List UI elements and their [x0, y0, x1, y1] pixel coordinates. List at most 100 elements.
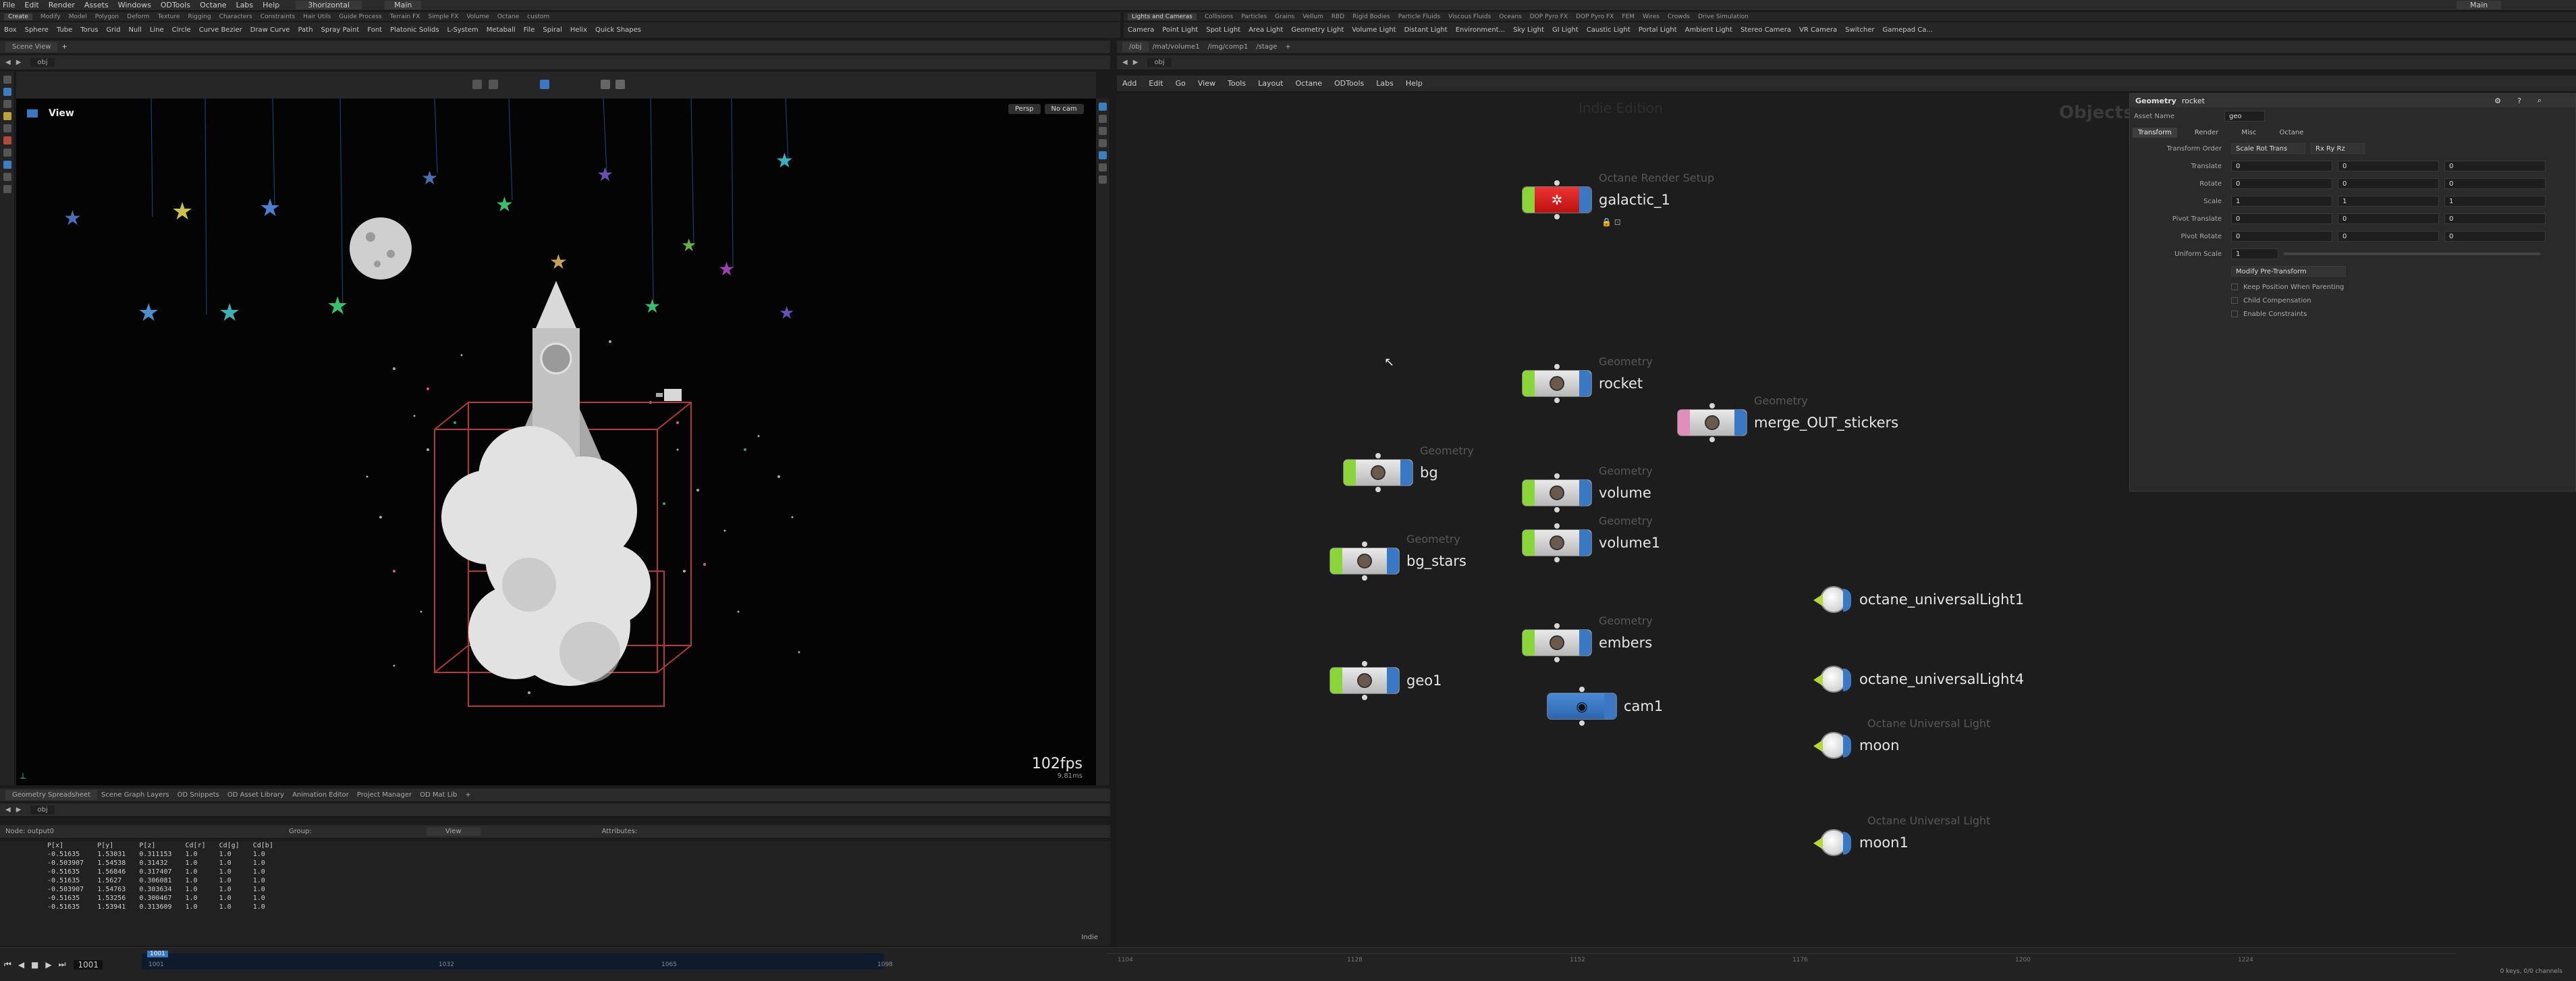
- shelf-tool-helix[interactable]: Helix: [570, 26, 587, 34]
- snap-tool-icon[interactable]: [3, 173, 11, 181]
- points-icon[interactable]: [1099, 139, 1107, 147]
- shelf-tool-geometry-light[interactable]: Geometry Light: [1291, 26, 1344, 34]
- forward-icon[interactable]: ▶: [16, 59, 22, 66]
- shelf-tab[interactable]: DOP Pyro FX: [1576, 14, 1614, 20]
- shelf-tab[interactable]: custom: [527, 14, 549, 20]
- param-field[interactable]: 0: [2231, 178, 2332, 189]
- column-header[interactable]: P[y]: [90, 841, 132, 850]
- node-body[interactable]: [1522, 623, 1592, 662]
- checkbox[interactable]: [2231, 297, 2238, 304]
- shelf-tab[interactable]: RBD: [1332, 14, 1344, 20]
- param-field[interactable]: 0: [2231, 161, 2332, 171]
- table-row[interactable]: -0.51635 1.53256 0.300467 1.0 1.0 1.0: [40, 894, 280, 903]
- handle-tool-icon[interactable]: [3, 124, 11, 132]
- menu-render[interactable]: Render: [49, 1, 75, 9]
- menu-labs[interactable]: Labs: [236, 1, 254, 9]
- tab-od-mat-lib[interactable]: OD Mat Lib: [420, 791, 457, 799]
- table-row[interactable]: -0.51635 1.5627 0.306081 1.0 1.0 1.0: [40, 876, 280, 885]
- forward-icon[interactable]: ▶: [16, 806, 22, 814]
- modify-pre-transform-button[interactable]: Modify Pre-Transform: [2231, 266, 2346, 277]
- right-main-label[interactable]: Main: [2457, 1, 2502, 9]
- view-tool-icon[interactable]: [3, 185, 11, 193]
- shelf-tab[interactable]: Volume: [466, 14, 489, 20]
- param-field[interactable]: 1: [2338, 196, 2439, 207]
- shelf-tab[interactable]: Model: [69, 14, 87, 20]
- menu-windows[interactable]: Windows: [118, 1, 151, 9]
- node-body[interactable]: [1522, 473, 1592, 512]
- node-octane-universal-light4[interactable]: octane_universalLight4: [1813, 666, 2024, 693]
- tab-octane[interactable]: Octane: [2274, 128, 2309, 138]
- net-menu-tools[interactable]: Tools: [1228, 79, 1246, 88]
- shelf-tab-lights[interactable]: Lights and Cameras: [1128, 13, 1197, 20]
- shelf-tab[interactable]: Particle Fluids: [1398, 14, 1440, 20]
- node-body[interactable]: [1677, 403, 1747, 442]
- shade-icon[interactable]: [601, 80, 610, 89]
- node-body[interactable]: ◉: [1547, 687, 1617, 726]
- uniform-scale-field[interactable]: 1: [2231, 248, 2278, 259]
- param-field[interactable]: 0: [2444, 231, 2546, 242]
- shelf-tab[interactable]: Grains: [1275, 14, 1294, 20]
- shelf-tab[interactable]: Modify: [40, 14, 61, 20]
- node-moon[interactable]: moon Octane Universal Light: [1813, 717, 1990, 759]
- time-slider[interactable]: 1001 1001 1032 1065 1098: [142, 951, 893, 970]
- node-galactic-1[interactable]: ✲ galactic_1 Octane Render Setup 🔒 ⊡: [1522, 171, 1714, 227]
- net-menu-add[interactable]: Add: [1122, 79, 1136, 88]
- shelf-tool-caustic-light[interactable]: Caustic Light: [1587, 26, 1630, 34]
- shelf-tool-portal-light[interactable]: Portal Light: [1639, 26, 1677, 34]
- asset-name-field[interactable]: geo: [2224, 111, 2265, 122]
- param-gear-icon[interactable]: ⚙: [2494, 97, 2501, 105]
- net-menu-octane[interactable]: Octane: [1296, 79, 1323, 88]
- node-body[interactable]: [1330, 661, 1400, 700]
- shelf-tool-sphere[interactable]: Sphere: [25, 26, 49, 34]
- play-icon[interactable]: ▶: [45, 960, 51, 970]
- select-tool-icon[interactable]: [3, 76, 11, 84]
- shelf-tab[interactable]: Hair Utils: [303, 14, 331, 20]
- shelf-tool-box[interactable]: Box: [4, 26, 17, 34]
- param-search-icon[interactable]: ⌕: [2538, 96, 2542, 105]
- shelf-tab[interactable]: Oceans: [1499, 14, 1521, 20]
- shelf-tool-spray-paint[interactable]: Spray Paint: [321, 26, 360, 34]
- table-row[interactable]: -0.51635 1.53031 0.311153 1.0 1.0 1.0: [40, 850, 280, 859]
- shelf-tab[interactable]: Terrain FX: [390, 14, 420, 20]
- tab-animation-editor[interactable]: Animation Editor: [292, 791, 349, 799]
- checkbox[interactable]: [2231, 284, 2238, 290]
- path-tab[interactable]: /stage: [1256, 43, 1277, 51]
- scale-tool-icon[interactable]: [3, 112, 11, 120]
- tab-render[interactable]: Render: [2189, 128, 2224, 138]
- background-icon[interactable]: [1099, 176, 1107, 184]
- add-tab-icon[interactable]: +: [1285, 43, 1290, 51]
- shelf-tool-metaball[interactable]: Metaball: [487, 26, 516, 34]
- shelf-tab[interactable]: Vellum: [1303, 14, 1323, 20]
- param-field[interactable]: 1: [2444, 196, 2546, 207]
- shelf-tool-camera[interactable]: Camera: [1128, 26, 1154, 34]
- shelf-tab[interactable]: Rigid Bodies: [1352, 14, 1390, 20]
- shelf-tool-sky-light[interactable]: Sky Light: [1513, 26, 1544, 34]
- shading-icon[interactable]: [1099, 163, 1107, 171]
- param-node-name[interactable]: rocket: [2182, 97, 2205, 105]
- wire-icon[interactable]: [540, 80, 549, 89]
- shelf-tab[interactable]: Wires: [1643, 14, 1660, 20]
- shelf-tool-vr-camera[interactable]: VR Camera: [1799, 26, 1837, 34]
- shelf-tool-curve-bezier[interactable]: Curve Bezier: [199, 26, 242, 34]
- tab-misc[interactable]: Misc: [2236, 128, 2262, 138]
- shelf-tool-null[interactable]: Null: [128, 26, 141, 34]
- shelf-tool-point-light[interactable]: Point Light: [1162, 26, 1198, 34]
- param-help-icon[interactable]: ?: [2517, 97, 2521, 105]
- shelf-tab[interactable]: DOP Pyro FX: [1530, 14, 1568, 20]
- light-icon[interactable]: [1813, 732, 1851, 759]
- network-path[interactable]: obj: [1147, 58, 1172, 67]
- shelf-tab[interactable]: Constraints: [261, 14, 295, 20]
- shelf-tool-tube[interactable]: Tube: [57, 26, 72, 34]
- shelf-tab[interactable]: Rigging: [188, 14, 211, 20]
- node-volume1[interactable]: volume1 Geometry: [1522, 514, 1660, 562]
- light-icon[interactable]: [1813, 666, 1851, 693]
- shelf-tool-platonic[interactable]: Platonic Solids: [390, 26, 439, 34]
- node-cam1[interactable]: ◉ cam1: [1547, 687, 1663, 726]
- jump-end-icon[interactable]: ⏭: [59, 959, 66, 970]
- forward-icon[interactable]: ▶: [1133, 59, 1139, 66]
- shelf-tab[interactable]: Deform: [127, 14, 149, 20]
- shelf-tab-create[interactable]: Create: [4, 13, 32, 20]
- net-menu-labs[interactable]: Labs: [1376, 79, 1394, 88]
- node-body[interactable]: [1522, 523, 1592, 562]
- net-menu-odtools[interactable]: ODTools: [1334, 79, 1364, 88]
